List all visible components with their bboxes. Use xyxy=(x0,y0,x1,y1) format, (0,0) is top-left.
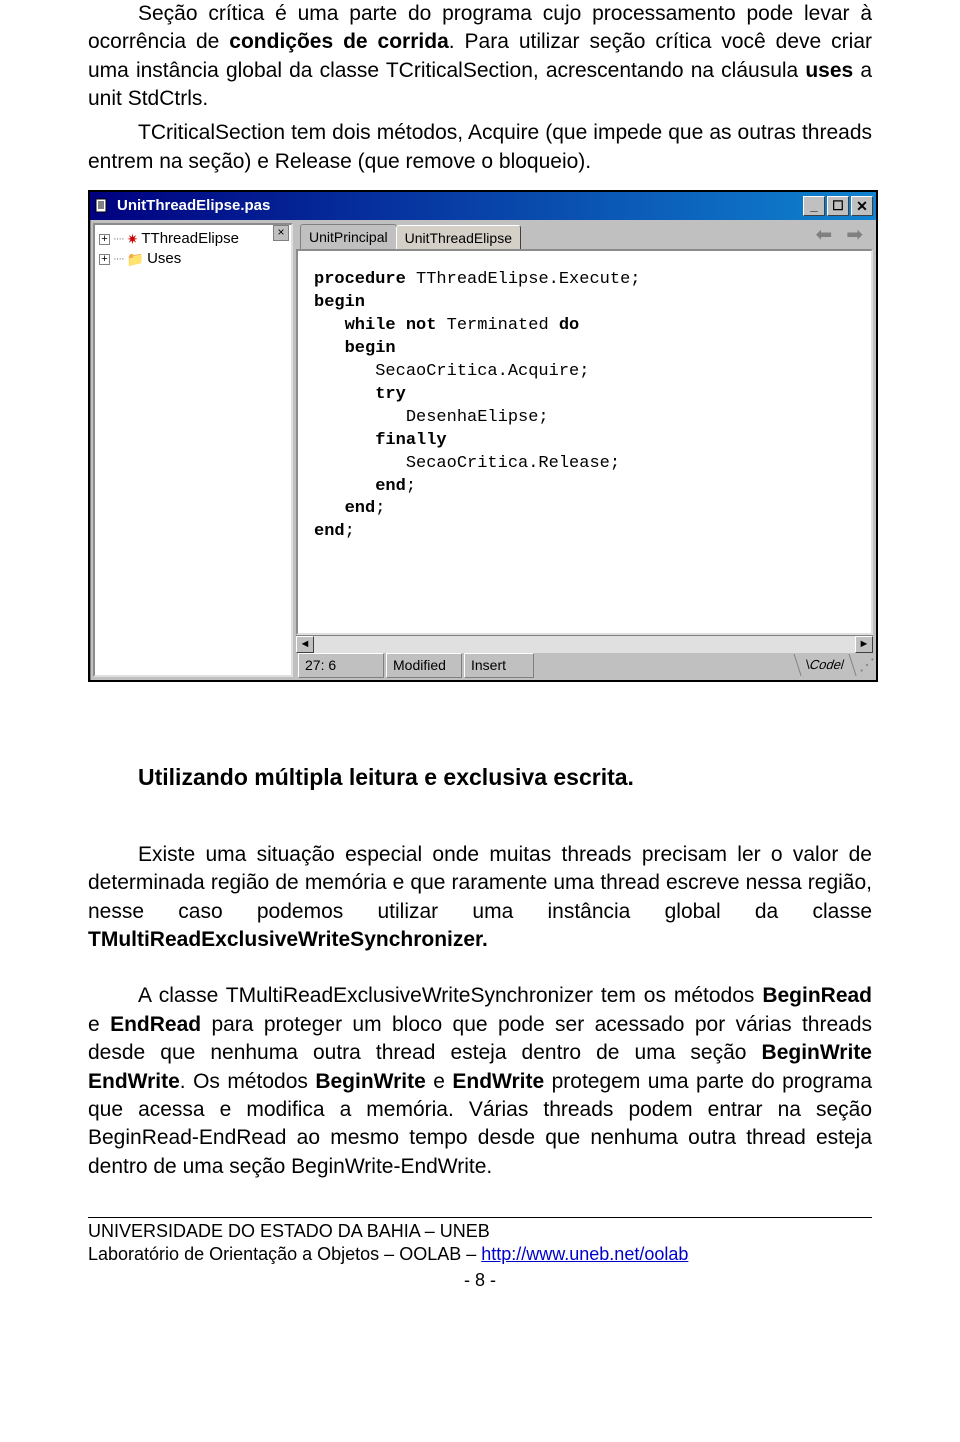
paragraph-1: Seção crítica é uma parte do programa cu… xyxy=(88,0,872,113)
view-tab-code[interactable]: \Code/ xyxy=(793,654,856,676)
code-text: DesenhaElipse; xyxy=(314,408,549,427)
nav-forward-icon[interactable]: ➡ xyxy=(846,222,863,249)
expand-icon[interactable]: + xyxy=(99,234,110,245)
footer-line-2: Laboratório de Orientação a Objetos – OO… xyxy=(88,1243,872,1266)
code-text: SecaoCritica.Release; xyxy=(314,454,620,473)
ide-title: UnitThreadElipse.pas xyxy=(117,196,803,216)
expand-icon[interactable]: + xyxy=(99,254,110,265)
paragraph-4: A classe TMultiReadExclusiveWriteSynchro… xyxy=(88,982,872,1180)
editor-area: UnitPrincipal UnitThreadElipse ⬅ ➡ proce… xyxy=(296,223,873,677)
text: e xyxy=(88,1013,110,1036)
text-bold: EndWrite xyxy=(452,1070,544,1093)
kw: finally xyxy=(314,431,447,450)
tree-label: Uses xyxy=(147,249,181,269)
kw: do xyxy=(559,316,579,335)
text: TCriticalSection tem dois métodos, Acqui… xyxy=(88,121,872,172)
tab-bar: UnitPrincipal UnitThreadElipse ⬅ ➡ xyxy=(296,223,873,249)
tab-nav: ⬅ ➡ xyxy=(815,222,873,249)
code-text: TThreadElipse.Execute; xyxy=(406,270,641,289)
tree-connector: ···· xyxy=(113,252,124,267)
folder-icon: 📁 xyxy=(127,250,144,269)
code-text xyxy=(314,499,345,518)
tab-label: Code xyxy=(806,656,843,674)
ide-titlebar[interactable]: UnitThreadElipse.pas _ ☐ ✕ xyxy=(90,192,876,220)
kw: begin xyxy=(314,293,365,312)
text-bold: condições de corrida xyxy=(229,30,448,53)
kw: end xyxy=(375,477,406,496)
text-bold: uses xyxy=(805,59,853,82)
code-explorer[interactable]: × + ···· ✷ TThreadElipse + ···· 📁 Uses xyxy=(93,223,293,677)
footer: UNIVERSIDADE DO ESTADO DA BAHIA – UNEB L… xyxy=(88,1217,872,1292)
footer-link[interactable]: http://www.uneb.net/oolab xyxy=(481,1244,688,1264)
page-number: - 8 - xyxy=(88,1269,872,1292)
scroll-track[interactable] xyxy=(314,636,855,653)
resize-grip-icon[interactable]: ⋰ xyxy=(859,655,871,677)
code-text: ; xyxy=(345,522,355,541)
heading-multiple-read: Utilizando múltipla leitura e exclusiva … xyxy=(88,762,872,793)
kw: procedure xyxy=(314,270,406,289)
text-bold: EndRead xyxy=(110,1013,201,1036)
text: Existe uma situação especial onde muitas… xyxy=(88,843,872,923)
kw: try xyxy=(314,385,406,404)
code-text xyxy=(314,477,375,496)
paragraph-2: TCriticalSection tem dois métodos, Acqui… xyxy=(88,119,872,176)
code-text: Terminated xyxy=(436,316,558,335)
ide-body: × + ···· ✷ TThreadElipse + ···· 📁 Uses U… xyxy=(90,220,876,680)
panel-close-icon[interactable]: × xyxy=(273,225,289,241)
ide-window: UnitThreadElipse.pas _ ☐ ✕ × + ···· ✷ TT… xyxy=(88,190,878,682)
scroll-left-button[interactable]: ◄ xyxy=(296,636,314,653)
code-text xyxy=(314,316,345,335)
code-text: ; xyxy=(375,499,385,518)
text: A classe TMultiReadExclusiveWriteSynchro… xyxy=(138,984,762,1007)
tab-unitthreadelipse[interactable]: UnitThreadElipse xyxy=(396,225,521,250)
text: para proteger um bloco que pode ser aces… xyxy=(88,1013,872,1064)
tab-unitprincipal[interactable]: UnitPrincipal xyxy=(300,224,397,249)
kw: end xyxy=(314,522,345,541)
status-position: 27: 6 xyxy=(298,653,384,678)
nav-back-icon[interactable]: ⬅ xyxy=(815,222,832,249)
text: e xyxy=(426,1070,453,1093)
text-bold: TMultiReadExclusiveWriteSynchronizer. xyxy=(88,928,488,951)
kw: while not xyxy=(345,316,437,335)
code-editor[interactable]: procedure TThreadElipse.Execute; begin w… xyxy=(296,249,873,635)
tree-label: TThreadElipse xyxy=(141,229,239,249)
text: . Os métodos xyxy=(180,1070,316,1093)
minimize-button[interactable]: _ xyxy=(803,196,825,216)
text-bold: BeginWrite xyxy=(315,1070,425,1093)
status-insert: Insert xyxy=(464,653,534,678)
paragraph-3: Existe uma situação especial onde muitas… xyxy=(88,841,872,954)
status-bar: 27: 6 Modified Insert \Code/ ⋰ xyxy=(296,653,873,677)
kw: end xyxy=(345,499,376,518)
kw: begin xyxy=(314,339,396,358)
window-buttons: _ ☐ ✕ xyxy=(803,196,873,216)
status-modified: Modified xyxy=(386,653,462,678)
text-bold: BeginRead xyxy=(762,984,872,1007)
tree-connector: ···· xyxy=(113,232,124,247)
tree-item[interactable]: + ···· 📁 Uses xyxy=(97,249,289,269)
maximize-button[interactable]: ☐ xyxy=(827,196,849,216)
text: Laboratório de Orientação a Objetos – OO… xyxy=(88,1244,481,1264)
class-icon: ✷ xyxy=(127,230,139,249)
code-text: ; xyxy=(406,477,416,496)
scrollbar-horizontal[interactable]: ◄ ► xyxy=(296,635,873,653)
code-text: SecaoCritica.Acquire; xyxy=(314,362,589,381)
file-icon xyxy=(93,197,111,215)
footer-line-1: UNIVERSIDADE DO ESTADO DA BAHIA – UNEB xyxy=(88,1220,872,1243)
close-button[interactable]: ✕ xyxy=(851,196,873,216)
scroll-right-button[interactable]: ► xyxy=(855,636,873,653)
tree-item[interactable]: + ···· ✷ TThreadElipse xyxy=(97,229,289,249)
